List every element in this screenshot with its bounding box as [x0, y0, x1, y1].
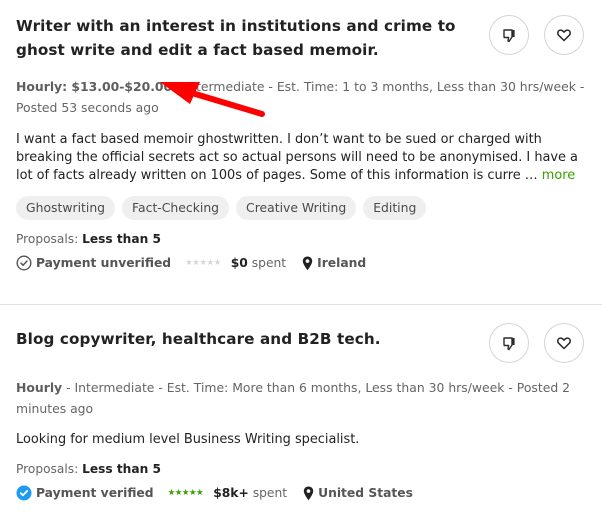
job-actions: [489, 323, 584, 363]
job-title[interactable]: Writer with an interest in institutions …: [16, 14, 481, 62]
job-budget: Hourly: $13.00-$20.00: [16, 79, 173, 94]
dislike-button[interactable]: [489, 15, 529, 55]
skill-tag[interactable]: Editing: [363, 196, 427, 220]
skills-list: Ghostwriting Fact-Checking Creative Writ…: [16, 196, 586, 220]
client-spent: $0 spent: [231, 255, 286, 271]
job-description-text: I want a fact based memoir ghostwritten.…: [16, 132, 578, 183]
client-rating: ★★★★★: [167, 488, 204, 498]
proposals-value: Less than 5: [82, 232, 161, 246]
thumbs-down-icon: [503, 29, 515, 43]
skill-tag[interactable]: Ghostwriting: [16, 196, 116, 220]
job-card: Writer with an interest in institutions …: [0, 0, 602, 305]
location-pin-icon: [303, 486, 314, 500]
client-info: Payment unverified ★★★★★ $0 spent Irelan…: [16, 255, 586, 271]
check-circle-outline-icon: [16, 255, 32, 271]
proposals: Proposals: Less than 5: [16, 231, 586, 247]
location-name: United States: [318, 486, 413, 500]
job-description: Looking for medium level Business Writin…: [16, 431, 586, 449]
skill-tag[interactable]: Creative Writing: [236, 196, 357, 220]
heart-icon: [557, 337, 571, 350]
payment-status: Payment unverified: [36, 256, 172, 270]
save-job-button[interactable]: [544, 323, 584, 363]
job-title[interactable]: Blog copywriter, healthcare and B2B tech…: [16, 327, 481, 351]
payment-status: Payment verified: [36, 486, 154, 500]
client-rating: ★★★★★: [185, 258, 221, 268]
client-info: Payment verified ★★★★★ $8k+ spent United…: [16, 485, 586, 501]
save-job-button[interactable]: [544, 15, 584, 55]
skill-tag[interactable]: Fact-Checking: [122, 196, 230, 220]
job-meta: Hourly - Intermediate - Est. Time: More …: [16, 377, 586, 419]
client-location: United States: [303, 485, 413, 501]
job-meta: Hourly: $13.00-$20.00 - Intermediate - E…: [16, 76, 586, 118]
spent-value: $8k+: [213, 486, 249, 500]
client-spent: $8k+ spent: [213, 485, 287, 501]
proposals-label: Proposals:: [16, 232, 83, 246]
job-details: - Intermediate - Est. Time: More than 6 …: [16, 380, 571, 416]
proposals: Proposals: Less than 5: [16, 461, 586, 477]
spent-label: spent: [248, 486, 288, 500]
job-description-text: Looking for medium level Business Writin…: [16, 432, 360, 447]
verified-badge-icon: [16, 485, 32, 501]
spent-label: spent: [247, 256, 287, 270]
location-name: Ireland: [317, 256, 367, 270]
client-location: Ireland: [302, 255, 366, 271]
job-budget: Hourly: [16, 380, 63, 395]
more-link[interactable]: more: [542, 168, 575, 183]
thumbs-down-icon: [503, 337, 515, 351]
job-description: I want a fact based memoir ghostwritten.…: [16, 131, 586, 185]
heart-icon: [557, 29, 571, 42]
proposals-label: Proposals:: [16, 462, 83, 476]
dislike-button[interactable]: [489, 323, 529, 363]
spent-value: $0: [230, 256, 248, 270]
job-card: Blog copywriter, healthcare and B2B tech…: [0, 305, 602, 522]
proposals-value: Less than 5: [82, 462, 161, 476]
job-actions: [489, 15, 584, 55]
location-pin-icon: [302, 256, 313, 270]
